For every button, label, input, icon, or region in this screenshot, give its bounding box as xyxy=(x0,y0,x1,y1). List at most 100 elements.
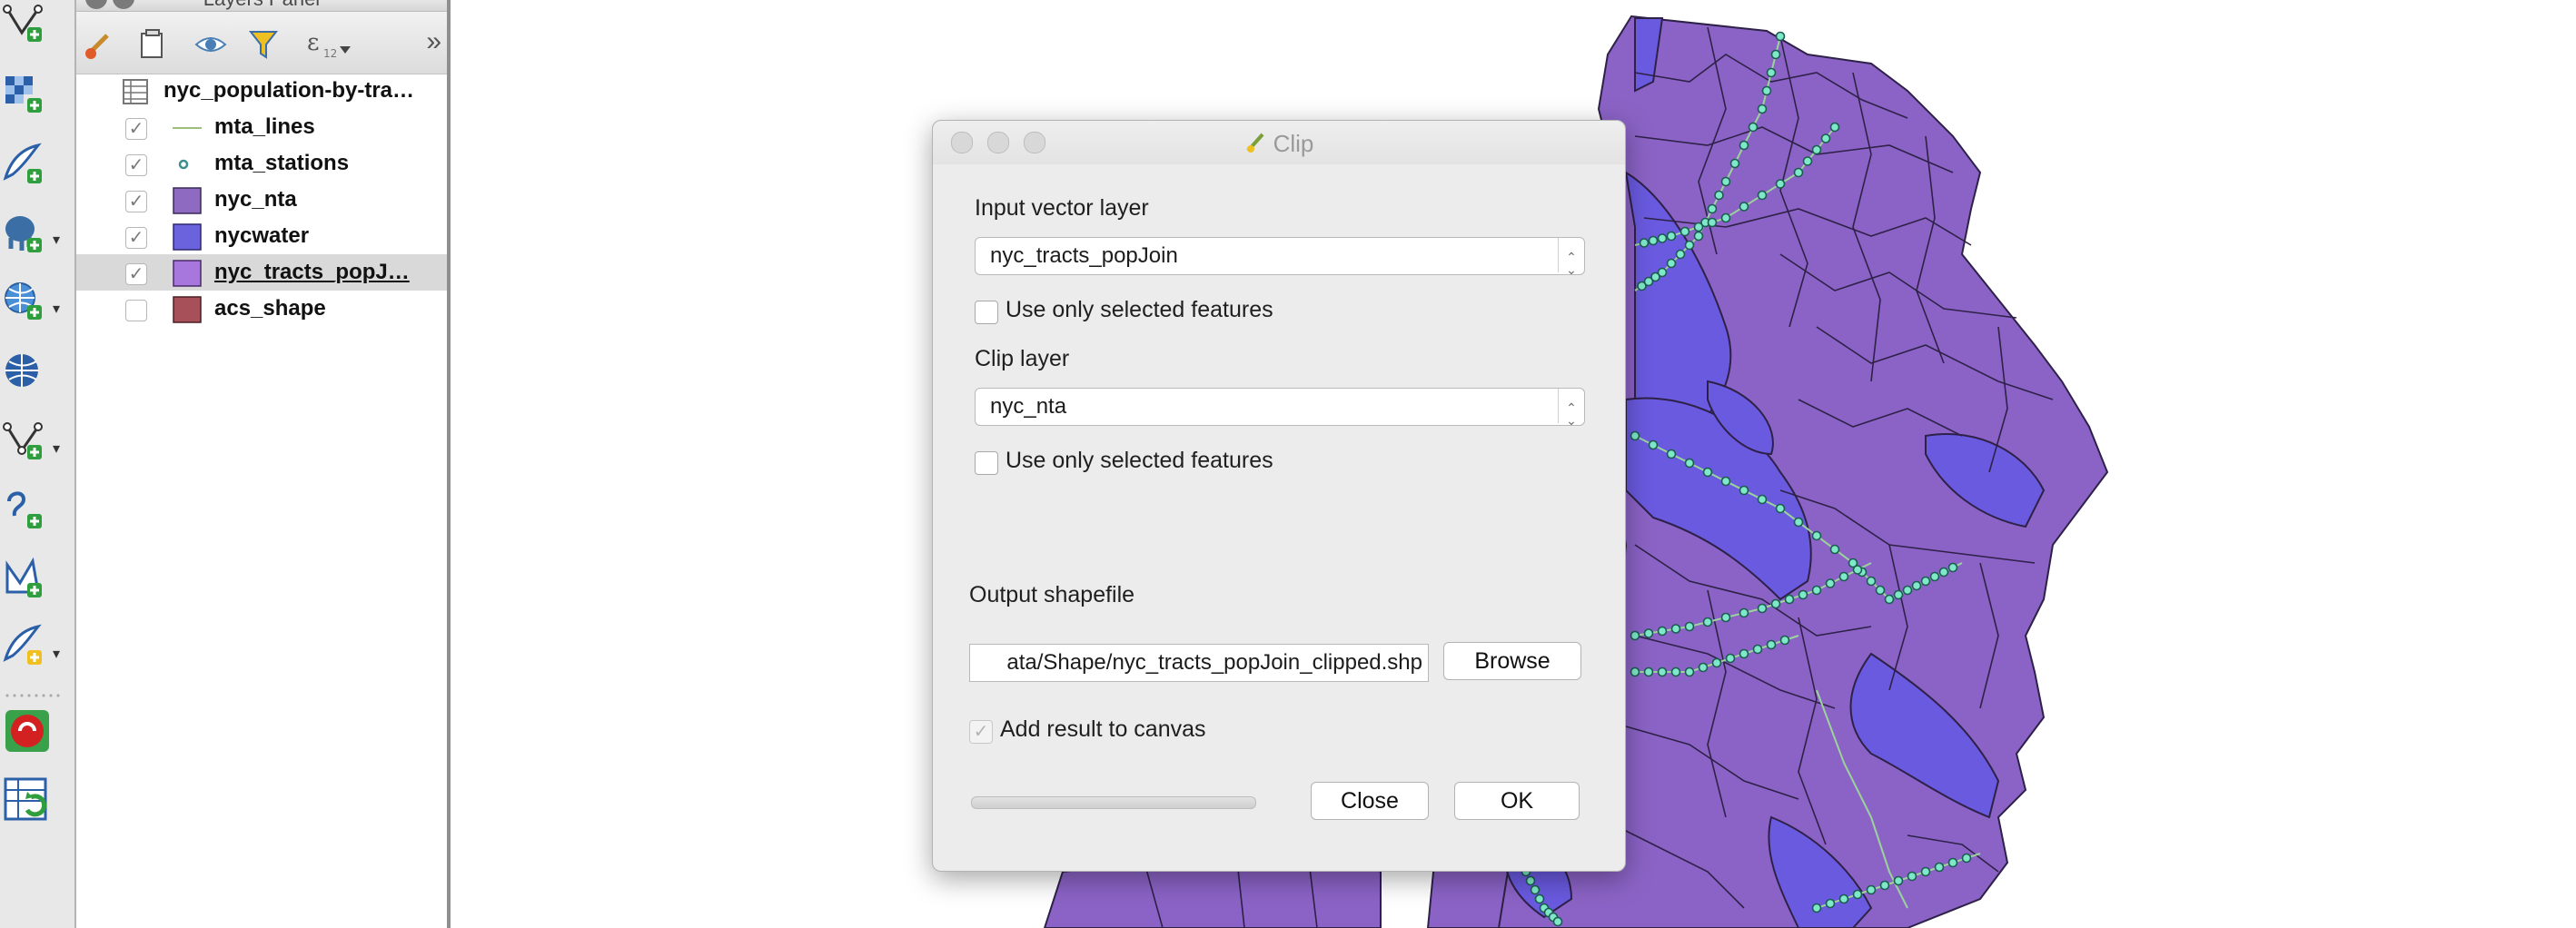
subway-station xyxy=(1534,893,1545,904)
subway-station xyxy=(1670,666,1681,677)
subway-station xyxy=(1720,212,1731,223)
subway-station xyxy=(1657,233,1668,243)
svg-text:12: 12 xyxy=(323,47,337,60)
subway-station xyxy=(1879,880,1890,891)
refresh-table-icon[interactable] xyxy=(2,775,62,824)
layer-row-selected[interactable]: ✓ nyc_tracts_popJ… xyxy=(76,254,447,291)
subway-station xyxy=(1729,158,1740,169)
chevron-down-icon[interactable]: ▾ xyxy=(53,647,67,662)
subway-station xyxy=(1684,240,1695,251)
subway-station xyxy=(1811,530,1822,541)
add-wcs-layer-icon[interactable] xyxy=(2,349,62,398)
more-tools-icon[interactable]: » xyxy=(426,28,441,55)
layer-visibility-checkbox[interactable]: ✓ xyxy=(125,154,147,176)
layer-row[interactable]: ✓ nycwater xyxy=(76,218,447,254)
layer-row[interactable]: nyc_population-by-tra… xyxy=(76,73,447,109)
subway-station xyxy=(1947,562,1958,573)
subway-station xyxy=(1698,662,1709,673)
subway-station xyxy=(1802,156,1813,166)
add-result-checkbox[interactable]: ✓ xyxy=(969,720,993,744)
subway-station xyxy=(1684,458,1695,469)
openlayers-plugin-icon[interactable] xyxy=(2,706,62,755)
layer-label: nyc_population-by-tra… xyxy=(163,78,415,103)
subway-station xyxy=(1938,567,1949,578)
subway-station xyxy=(1530,884,1541,895)
subway-station xyxy=(1884,594,1895,605)
clip-dialog: Clip Input vector layer nyc_tracts_popJo… xyxy=(932,120,1626,872)
subway-station xyxy=(1630,666,1640,677)
subway-station xyxy=(1630,430,1640,441)
layer-row[interactable]: ✓ nyc_nta xyxy=(76,182,447,218)
chevron-down-icon[interactable]: ▾ xyxy=(53,442,67,457)
subway-station xyxy=(1793,167,1804,178)
filter-funnel-icon[interactable] xyxy=(245,26,282,63)
new-shapefile-layer-icon[interactable] xyxy=(2,556,62,605)
table-layer-icon xyxy=(122,78,151,105)
layer-row[interactable]: ✓ mta_stations xyxy=(76,145,447,182)
subway-station xyxy=(1893,875,1904,886)
close-button[interactable]: Close xyxy=(1311,782,1429,820)
subway-station xyxy=(1693,231,1704,242)
subway-station xyxy=(1961,853,1972,864)
line-symbol-icon xyxy=(173,114,202,142)
subway-station xyxy=(1757,494,1768,505)
subway-station xyxy=(1829,544,1840,555)
subway-station xyxy=(1648,439,1659,450)
add-raster-layer-icon[interactable] xyxy=(2,71,62,120)
subway-station xyxy=(1811,144,1822,155)
subway-station xyxy=(1825,578,1836,588)
output-shapefile-input[interactable]: ata/Shape/nyc_tracts_popJoin_clipped.shp xyxy=(969,644,1429,682)
subway-station xyxy=(1648,235,1659,246)
layer-visibility-checkbox[interactable]: ✓ xyxy=(125,227,147,249)
subway-station xyxy=(1766,639,1777,650)
input-selected-only-checkbox[interactable] xyxy=(975,301,998,324)
add-group-icon[interactable] xyxy=(134,26,171,63)
fill-symbol-icon xyxy=(173,260,202,287)
subway-station xyxy=(1714,190,1724,201)
subway-station xyxy=(1875,585,1886,596)
layer-visibility-checkbox[interactable]: ✓ xyxy=(125,263,147,285)
visibility-eye-icon[interactable] xyxy=(193,26,229,63)
toolbar-grip[interactable] xyxy=(4,692,64,699)
subway-station xyxy=(1707,203,1718,214)
browse-button[interactable]: Browse xyxy=(1443,642,1581,680)
digitize-vector-icon[interactable] xyxy=(2,0,62,49)
layer-visibility-checkbox[interactable]: ✓ xyxy=(125,191,147,212)
clip-layer-value: nyc_nta xyxy=(990,394,1067,419)
chevron-down-icon[interactable]: ▾ xyxy=(53,233,67,248)
layer-visibility-checkbox[interactable] xyxy=(125,300,147,321)
svg-text:ε: ε xyxy=(307,29,319,56)
subway-station xyxy=(1757,603,1768,614)
layer-visibility-checkbox[interactable]: ✓ xyxy=(125,118,147,140)
add-spatialite-layer-icon[interactable] xyxy=(2,487,62,536)
subway-station xyxy=(1725,653,1736,664)
subway-station xyxy=(1852,565,1863,575)
dialog-title-text: Clip xyxy=(1273,130,1314,157)
dialog-titlebar[interactable]: Clip xyxy=(933,121,1625,164)
subway-station xyxy=(1820,133,1831,143)
subway-station xyxy=(1920,576,1931,587)
subway-station xyxy=(1739,485,1749,496)
layer-row[interactable]: ✓ mta_lines xyxy=(76,109,447,145)
input-layer-combo[interactable]: nyc_tracts_popJoin ⌃ ⌄ xyxy=(975,237,1585,276)
style-brush-icon[interactable] xyxy=(82,26,118,63)
clip-layer-combo[interactable]: nyc_nta ⌃ ⌄ xyxy=(975,388,1585,427)
add-result-label: Add result to canvas xyxy=(1000,716,1206,742)
subway-station xyxy=(1666,231,1677,242)
add-delimited-text-layer-icon[interactable] xyxy=(2,142,62,191)
layers-panel-titlebar[interactable]: Layers Panel xyxy=(76,0,447,12)
chevron-down-icon[interactable]: ▾ xyxy=(53,302,67,317)
subway-station xyxy=(1657,626,1668,637)
expression-filter-icon[interactable]: ε 12 xyxy=(303,26,358,63)
ok-button[interactable]: OK xyxy=(1454,782,1580,820)
updown-chevron-icon: ⌃ ⌄ xyxy=(1558,238,1584,276)
subway-station xyxy=(1552,916,1563,927)
subway-station xyxy=(1720,476,1731,487)
layer-row[interactable]: acs_shape xyxy=(76,291,447,327)
subway-station xyxy=(1666,449,1677,459)
subway-station xyxy=(1866,884,1877,895)
clip-selected-only-checkbox[interactable] xyxy=(975,451,998,475)
subway-station xyxy=(1739,140,1749,151)
subway-station xyxy=(1720,176,1731,187)
clip-layer-label: Clip layer xyxy=(975,346,1070,371)
